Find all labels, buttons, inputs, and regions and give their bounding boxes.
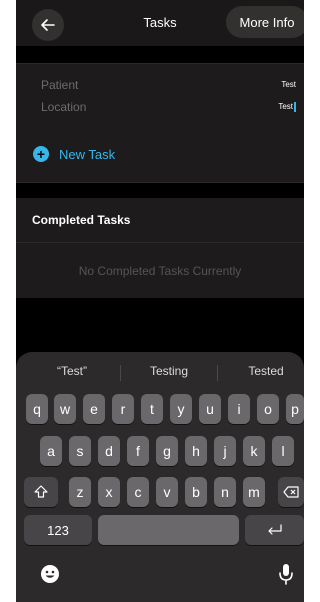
key-n[interactable]: n bbox=[214, 477, 236, 507]
key-s[interactable]: s bbox=[69, 436, 91, 466]
key-u[interactable]: u bbox=[199, 394, 221, 424]
microphone-icon bbox=[279, 564, 293, 585]
key-f[interactable]: f bbox=[127, 436, 149, 466]
location-row[interactable]: Location Test bbox=[41, 100, 296, 114]
space-key[interactable] bbox=[98, 515, 239, 545]
suggestion-1[interactable]: “Test” bbox=[24, 364, 120, 378]
emoji-button[interactable] bbox=[40, 564, 60, 589]
emoji-icon bbox=[41, 565, 59, 583]
key-t[interactable]: t bbox=[141, 394, 163, 424]
key-m[interactable]: m bbox=[243, 477, 265, 507]
key-l[interactable]: l bbox=[272, 436, 294, 466]
key-g[interactable]: g bbox=[156, 436, 178, 466]
key-e[interactable]: e bbox=[83, 394, 105, 424]
key-q[interactable]: q bbox=[26, 394, 48, 424]
key-r[interactable]: r bbox=[112, 394, 134, 424]
completed-empty-text: No Completed Tasks Currently bbox=[78, 264, 242, 278]
delete-key[interactable] bbox=[278, 477, 304, 507]
key-z[interactable]: z bbox=[69, 477, 91, 507]
location-label: Location bbox=[41, 100, 87, 114]
patient-label: Patient bbox=[41, 78, 79, 92]
completed-tasks-section: Completed Tasks No Completed Tasks Curre… bbox=[16, 198, 304, 298]
plus-icon: + bbox=[33, 146, 49, 162]
key-i[interactable]: i bbox=[228, 394, 250, 424]
location-value: Test bbox=[278, 102, 293, 112]
header: Tasks More Info bbox=[16, 0, 304, 46]
location-value-field[interactable]: Test bbox=[278, 102, 296, 112]
key-o[interactable]: o bbox=[257, 394, 279, 424]
key-p[interactable]: p bbox=[286, 394, 304, 424]
new-task-button[interactable]: + New Task bbox=[33, 146, 115, 162]
shift-key[interactable] bbox=[24, 477, 58, 507]
numbers-key[interactable]: 123 bbox=[24, 515, 92, 545]
patient-row[interactable]: Patient Test bbox=[41, 78, 296, 92]
key-h[interactable]: h bbox=[185, 436, 207, 466]
key-a[interactable]: a bbox=[40, 436, 62, 466]
key-k[interactable]: k bbox=[243, 436, 265, 466]
backspace-icon bbox=[283, 486, 299, 498]
key-c[interactable]: c bbox=[127, 477, 149, 507]
key-d[interactable]: d bbox=[98, 436, 120, 466]
dictation-button[interactable] bbox=[278, 563, 294, 590]
key-y[interactable]: y bbox=[170, 394, 192, 424]
suggestion-3[interactable]: Tested bbox=[218, 364, 304, 378]
app-screen: Tasks More Info Patient Test Location Te… bbox=[16, 0, 304, 602]
patient-info-panel: Patient Test Location Test + New Task bbox=[16, 63, 304, 183]
text-cursor bbox=[294, 102, 296, 112]
keyboard: “Test” Testing Tested q w e r t y u i o … bbox=[16, 352, 304, 602]
patient-value: Test bbox=[281, 80, 296, 89]
key-v[interactable]: v bbox=[156, 477, 178, 507]
key-b[interactable]: b bbox=[185, 477, 207, 507]
new-task-label: New Task bbox=[59, 146, 116, 162]
suggestion-2[interactable]: Testing bbox=[121, 364, 217, 378]
key-w[interactable]: w bbox=[54, 394, 76, 424]
more-info-button[interactable]: More Info bbox=[226, 6, 304, 38]
shift-icon bbox=[34, 485, 48, 498]
key-j[interactable]: j bbox=[214, 436, 236, 466]
key-x[interactable]: x bbox=[98, 477, 120, 507]
return-key[interactable] bbox=[245, 515, 304, 545]
return-icon bbox=[267, 524, 282, 535]
completed-tasks-title: Completed Tasks bbox=[16, 198, 304, 243]
